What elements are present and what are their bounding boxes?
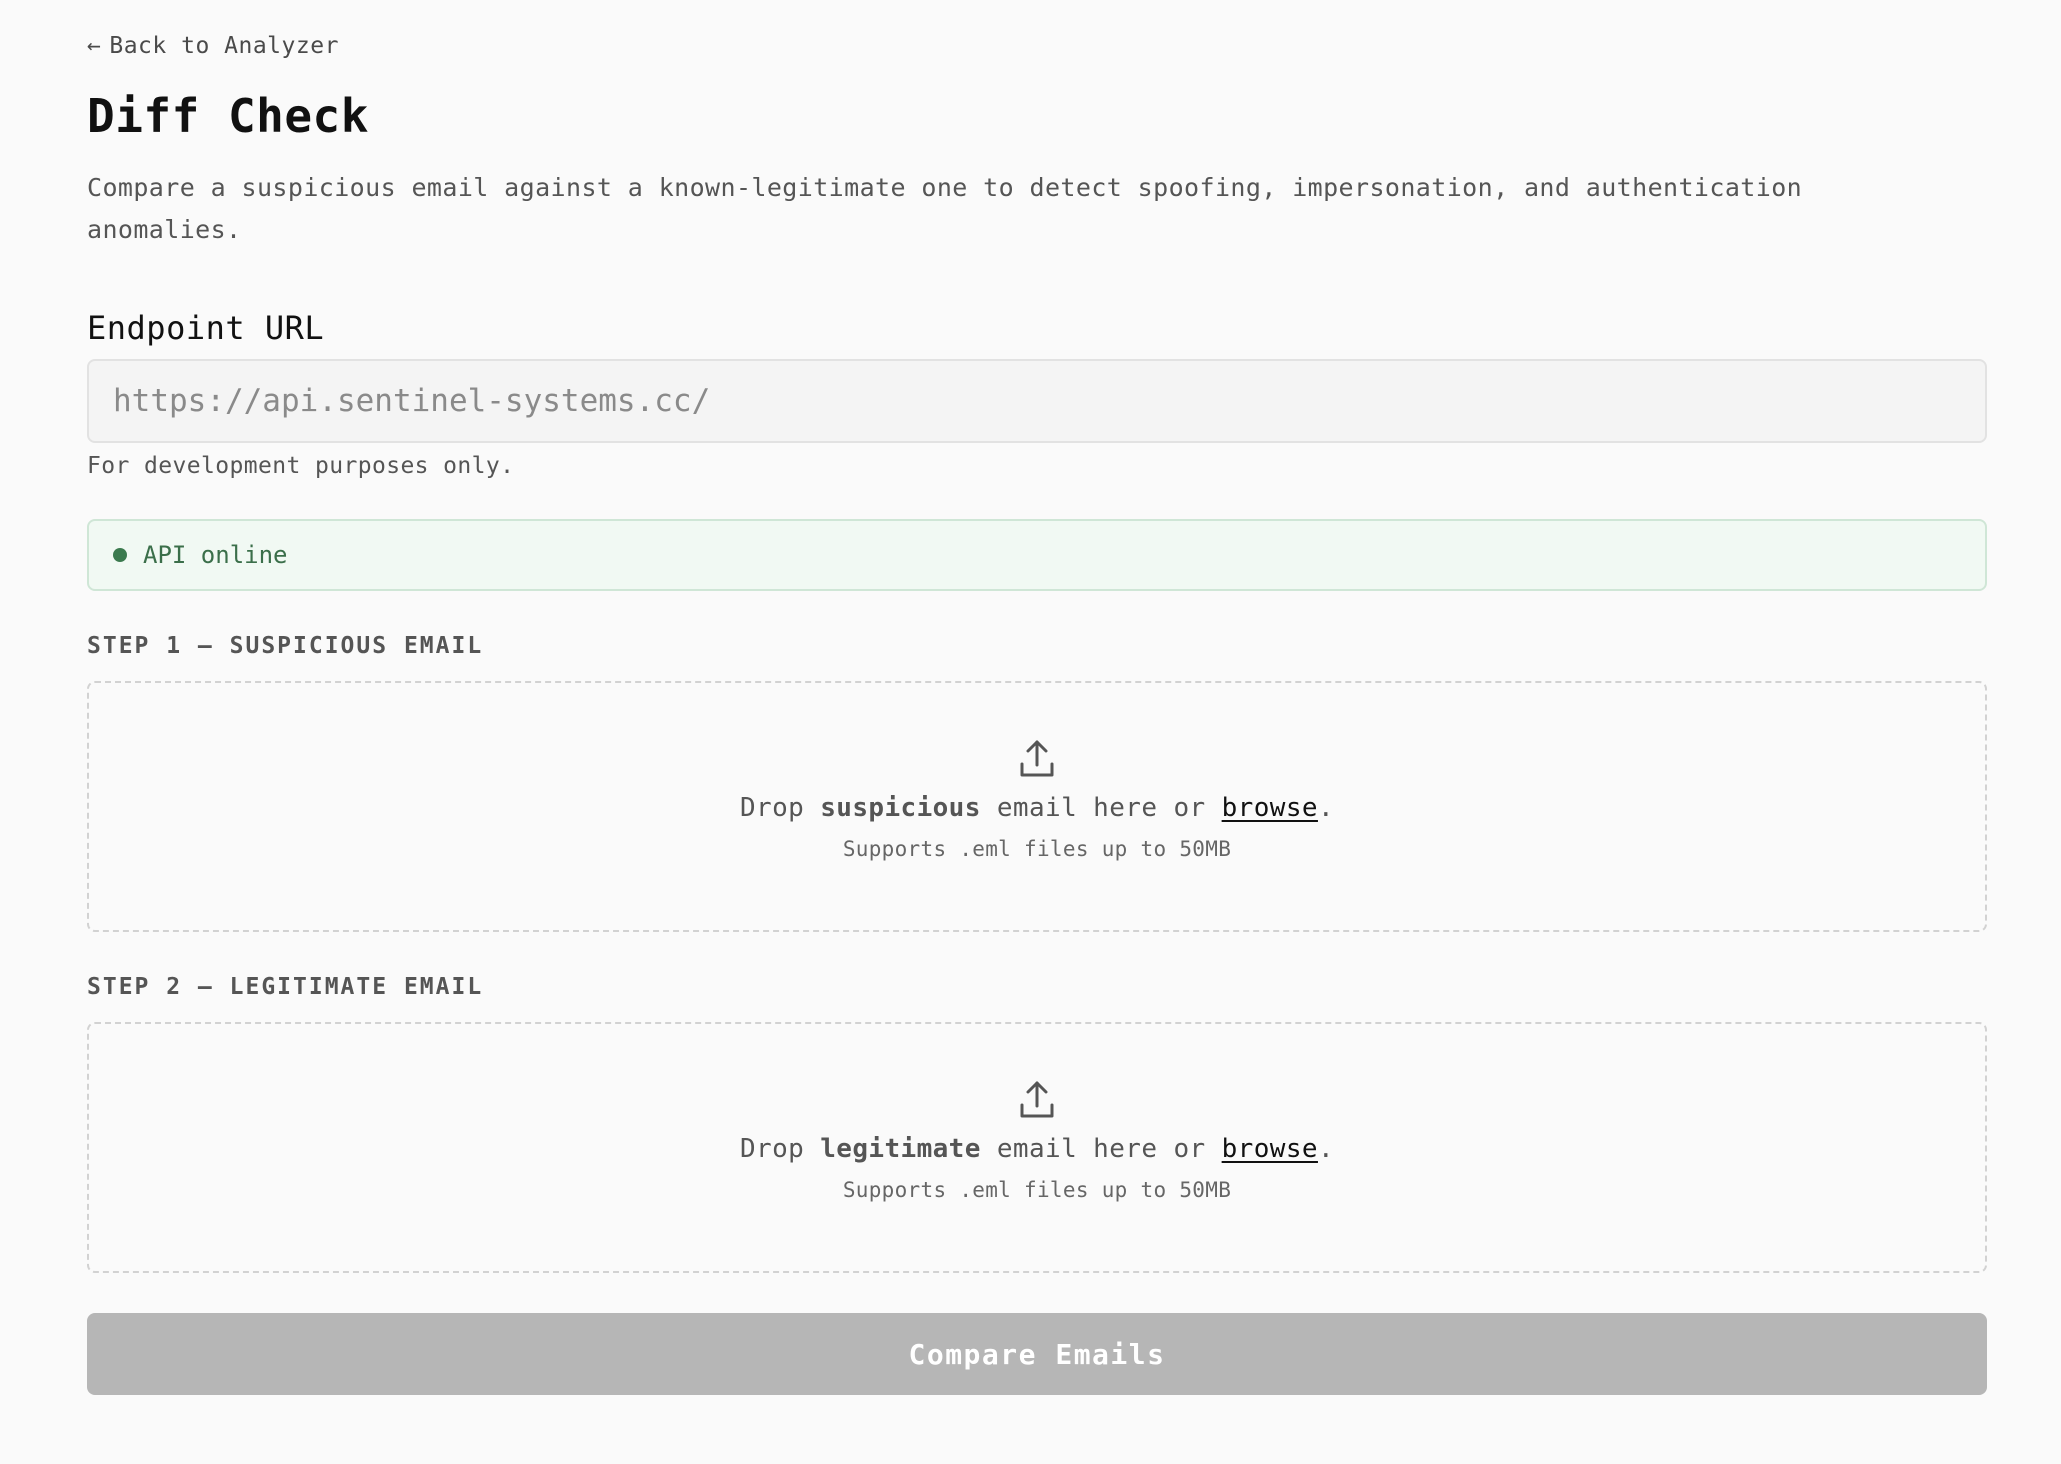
- drop-prefix: Drop: [739, 1134, 805, 1164]
- diff-check-page: ← Back to Analyzer Diff Check Compare a s…: [87, 0, 1987, 1395]
- drop-emphasis: legitimate: [820, 1134, 981, 1164]
- api-status-text: API online: [143, 541, 288, 569]
- legitimate-drop-text: Drop legitimate email here or browse.: [740, 1134, 1334, 1164]
- endpoint-url-label: Endpoint URL: [87, 309, 325, 347]
- browse-legitimate-link[interactable]: browse: [1222, 1134, 1318, 1164]
- upload-icon: [1020, 740, 1054, 777]
- page-subtitle: Compare a suspicious email against a kno…: [87, 173, 1803, 244]
- drop-middle: email here or: [996, 793, 1206, 823]
- api-status-banner: API online: [87, 519, 1987, 591]
- endpoint-note: For development purposes only.: [87, 453, 515, 479]
- legitimate-file-hint: Supports .eml files up to 50MB: [842, 1178, 1232, 1202]
- browse-suspicious-link[interactable]: browse: [1222, 793, 1318, 823]
- drop-middle: email here or: [996, 1134, 1206, 1164]
- drop-prefix: Drop: [739, 793, 805, 823]
- back-arrow-icon: ←: [87, 33, 102, 59]
- back-to-analyzer-link[interactable]: ← Back to Analyzer: [87, 33, 339, 59]
- step-1-label: STEP 1 — SUSPICIOUS EMAIL: [87, 633, 484, 659]
- page-title: Diff Check: [87, 89, 369, 143]
- status-dot-icon: [113, 548, 127, 562]
- suspicious-file-hint: Supports .eml files up to 50MB: [842, 837, 1232, 861]
- legitimate-email-dropzone[interactable]: Drop legitimate email here or browse. Su…: [87, 1022, 1987, 1273]
- suspicious-email-dropzone[interactable]: Drop suspicious email here or browse. Su…: [87, 681, 1987, 932]
- endpoint-url-input[interactable]: [87, 359, 1987, 443]
- step-2-label: STEP 2 — LEGITIMATE EMAIL: [87, 974, 484, 1000]
- drop-suffix: .: [1317, 1134, 1335, 1164]
- drop-emphasis: suspicious: [820, 793, 981, 823]
- compare-emails-button[interactable]: Compare Emails: [87, 1313, 1987, 1395]
- drop-suffix: .: [1317, 793, 1335, 823]
- back-link-label: Back to Analyzer: [109, 33, 339, 59]
- upload-icon: [1020, 1081, 1054, 1118]
- suspicious-drop-text: Drop suspicious email here or browse.: [740, 793, 1334, 823]
